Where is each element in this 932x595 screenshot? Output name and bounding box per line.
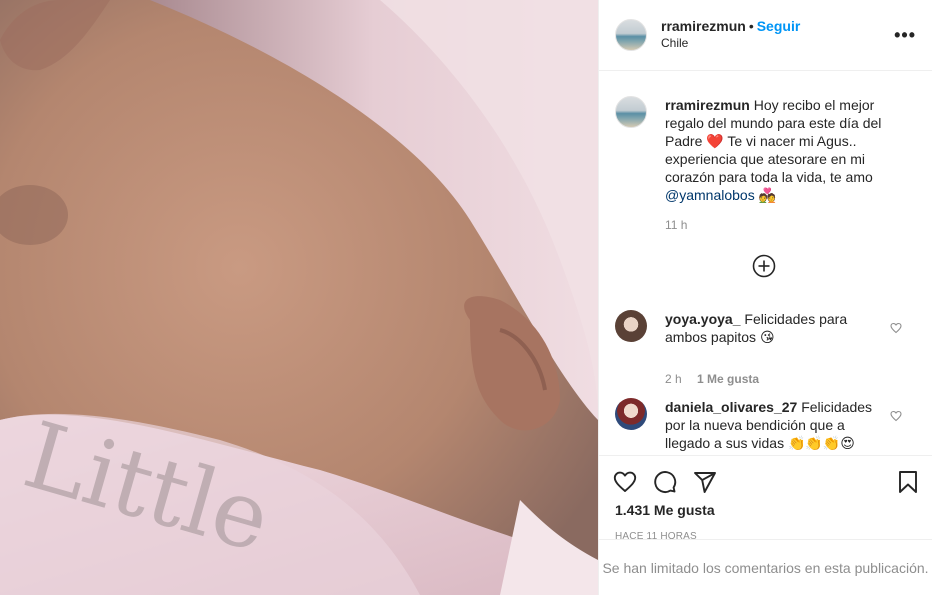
like-heart-icon[interactable] xyxy=(613,470,637,494)
comments-section[interactable]: rramirezmun Hoy recibo el mejor regalo d… xyxy=(599,72,932,455)
comment-username[interactable]: daniela_olivares_27 xyxy=(665,399,797,415)
clap-emoji: 👏👏👏😍 xyxy=(787,435,855,451)
comment-text: yoya.yoya_ Felicidades para ambos papito… xyxy=(665,310,875,346)
comment-like-icon[interactable] xyxy=(890,322,902,334)
post-actions: 1.431 Me gusta HACE 11 HORAS Se han limi… xyxy=(599,455,932,595)
kiss-emoji: 😘 xyxy=(759,329,775,345)
post-header: rramirezmun • Seguir Chile ••• xyxy=(599,0,932,71)
couple-emoji: 💑 xyxy=(758,187,777,203)
caption-username[interactable]: rramirezmun xyxy=(665,97,750,113)
comment-avatar[interactable] xyxy=(615,398,647,430)
post-container: Little rramirezmun • Seguir Chile ••• rram… xyxy=(0,0,932,595)
more-options-icon[interactable]: ••• xyxy=(894,26,916,44)
comment-text: daniela_olivares_27 Felicidades por la n… xyxy=(665,398,875,452)
comment-row: daniela_olivares_27 Felicidades por la n… xyxy=(615,398,916,452)
comment-like-icon[interactable] xyxy=(890,410,902,422)
load-more-comments-icon[interactable] xyxy=(752,254,776,278)
heart-emoji: ❤️ xyxy=(706,133,724,149)
comment-meta: 2 h 1 Me gusta xyxy=(665,372,759,386)
caption-meta: 11 h xyxy=(665,218,916,232)
comment-bubble-icon[interactable] xyxy=(653,470,677,494)
likes-count[interactable]: 1.431 Me gusta xyxy=(599,502,932,518)
save-bookmark-icon[interactable] xyxy=(896,470,920,494)
comment-row: yoya.yoya_ Felicidades para ambos papito… xyxy=(615,310,916,346)
comments-limited-notice: Se han limitado los comentarios en esta … xyxy=(599,539,932,595)
author-info: rramirezmun • Seguir Chile xyxy=(661,18,800,52)
separator-dot: • xyxy=(748,18,754,34)
caption-time[interactable]: 11 h xyxy=(665,218,687,232)
author-avatar[interactable] xyxy=(615,19,647,51)
caption-row: rramirezmun Hoy recibo el mejor regalo d… xyxy=(615,96,916,204)
comment-time[interactable]: 2 h xyxy=(665,372,682,386)
baby-photo-illustration: Little xyxy=(0,0,598,595)
caption-mention[interactable]: @yamnalobos xyxy=(665,187,755,203)
author-username[interactable]: rramirezmun xyxy=(661,18,746,34)
follow-button[interactable]: Seguir xyxy=(757,18,801,34)
post-location[interactable]: Chile xyxy=(661,35,800,52)
comment-username[interactable]: yoya.yoya_ xyxy=(665,311,741,327)
author-line: rramirezmun • Seguir xyxy=(661,18,800,35)
caption-text: rramirezmun Hoy recibo el mejor regalo d… xyxy=(665,96,890,204)
post-photo[interactable]: Little xyxy=(0,0,598,595)
share-send-icon[interactable] xyxy=(693,470,717,494)
post-sidebar: rramirezmun • Seguir Chile ••• rramirezmun… xyxy=(598,0,932,595)
caption-avatar[interactable] xyxy=(615,96,647,128)
action-icons xyxy=(599,456,932,508)
comment-avatar[interactable] xyxy=(615,310,647,342)
comment-likes[interactable]: 1 Me gusta xyxy=(697,372,759,386)
